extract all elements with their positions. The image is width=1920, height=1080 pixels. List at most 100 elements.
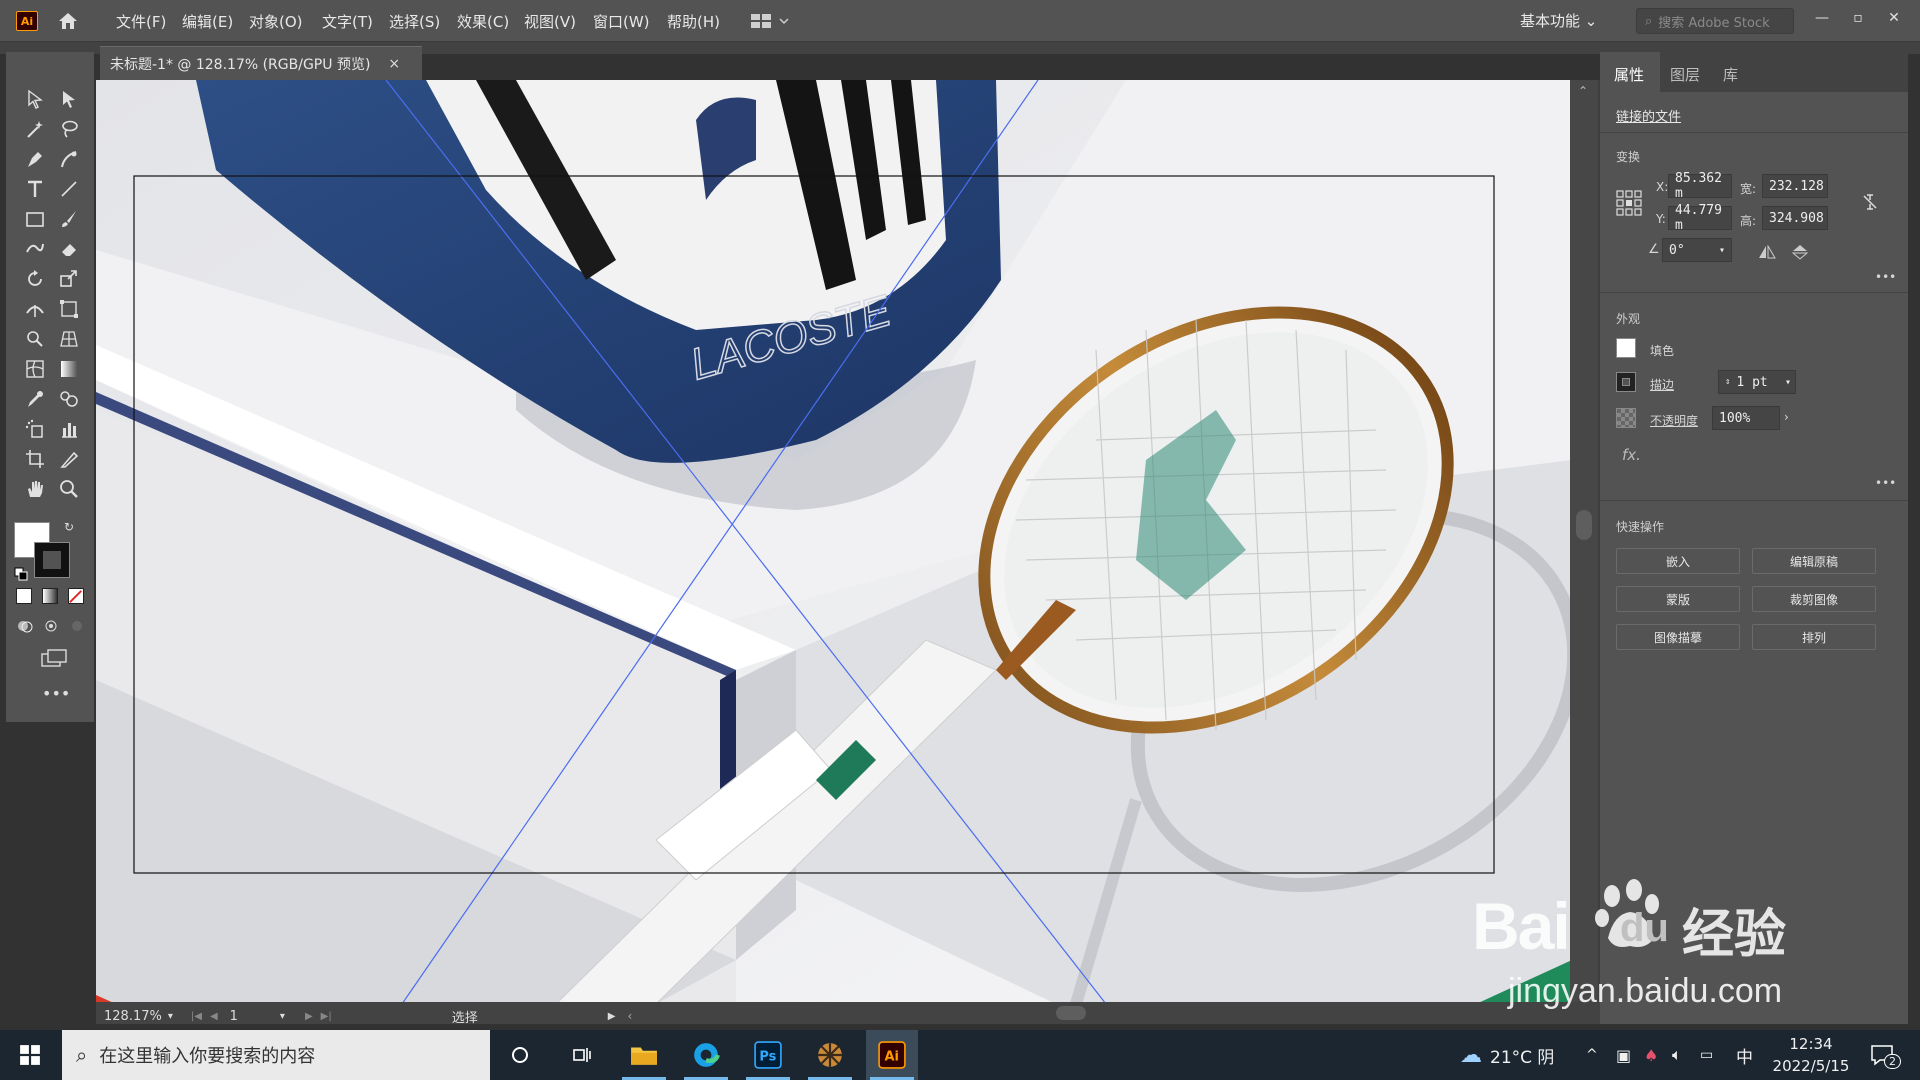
- perspective-grid-tool-icon[interactable]: [54, 326, 84, 352]
- magic-wand-tool-icon[interactable]: [20, 116, 50, 142]
- opacity-chevron-icon[interactable]: ›: [1784, 410, 1789, 424]
- linked-file-link[interactable]: 链接的文件: [1616, 106, 1681, 125]
- arrange-button[interactable]: 排列: [1752, 624, 1876, 650]
- cortana-icon[interactable]: [494, 1030, 546, 1080]
- none-mode-icon[interactable]: [68, 588, 84, 604]
- tab-libraries[interactable]: 库: [1723, 64, 1738, 85]
- crop-image-button[interactable]: 裁剪图像: [1752, 586, 1876, 612]
- tab-properties[interactable]: 属性: [1614, 64, 1644, 85]
- horizontal-scroll-thumb[interactable]: [1056, 1006, 1086, 1020]
- screen-mode-icon[interactable]: [40, 648, 68, 670]
- vertical-scrollbar[interactable]: ⌃: [1570, 80, 1598, 1004]
- stroke-swatch[interactable]: [34, 542, 70, 578]
- network-icon[interactable]: ▣: [1616, 1030, 1631, 1080]
- opacity-label[interactable]: 不透明度: [1650, 412, 1698, 429]
- free-transform-tool-icon[interactable]: [54, 296, 84, 322]
- curvature-tool-icon[interactable]: [54, 146, 84, 172]
- mask-button[interactable]: 蒙版: [1616, 586, 1740, 612]
- scroll-left-icon[interactable]: ‹: [627, 1009, 632, 1023]
- edit-original-button[interactable]: 编辑原稿: [1752, 548, 1876, 574]
- draw-normal-icon[interactable]: [16, 618, 34, 634]
- angle-chevron-icon[interactable]: ▾: [1719, 245, 1725, 256]
- taskbar-search-input[interactable]: ⌕ 在这里输入你要搜索的内容: [62, 1030, 490, 1080]
- stroke-chevron-icon[interactable]: ▾: [1785, 377, 1791, 388]
- file-explorer-icon[interactable]: [618, 1030, 670, 1080]
- embed-button[interactable]: 嵌入: [1616, 548, 1740, 574]
- constrain-proportions-icon[interactable]: [1860, 192, 1880, 212]
- zoom-chevron-icon[interactable]: ▾: [168, 1011, 173, 1022]
- artboard-tool-icon[interactable]: [20, 446, 50, 472]
- slice-tool-icon[interactable]: [54, 446, 84, 472]
- gradient-mode-icon[interactable]: [42, 588, 58, 604]
- status-menu-icon[interactable]: ▶: [608, 1011, 616, 1022]
- selection-tool-icon[interactable]: [20, 86, 50, 112]
- symbol-sprayer-tool-icon[interactable]: [20, 416, 50, 442]
- angle-field[interactable]: 0° ▾: [1662, 238, 1732, 262]
- swap-colors-icon[interactable]: ↻: [64, 520, 78, 534]
- vertical-scroll-thumb[interactable]: [1576, 510, 1592, 540]
- artboard-chevron-icon[interactable]: ▾: [280, 1011, 285, 1022]
- menu-effect[interactable]: 效果(C): [457, 11, 509, 32]
- pen-tool-icon[interactable]: [20, 146, 50, 172]
- windows-start-icon[interactable]: [4, 1030, 56, 1080]
- minimize-button[interactable]: —: [1808, 6, 1836, 30]
- more-tools-icon[interactable]: •••: [42, 684, 70, 703]
- stock-search-input[interactable]: ⌕ 搜索 Adobe Stock: [1636, 8, 1794, 34]
- menu-file[interactable]: 文件(F): [116, 11, 166, 32]
- app-wheel-icon[interactable]: [804, 1030, 856, 1080]
- flip-vertical-icon[interactable]: [1791, 244, 1809, 260]
- line-tool-icon[interactable]: [54, 176, 84, 202]
- shape-builder-tool-icon[interactable]: [20, 326, 50, 352]
- lasso-tool-icon[interactable]: [54, 116, 84, 142]
- rectangle-tool-icon[interactable]: [20, 206, 50, 232]
- notification-center-icon[interactable]: 2: [1870, 1030, 1901, 1080]
- prev-artboard-icon[interactable]: ◀: [210, 1011, 218, 1022]
- artboard[interactable]: LACOSTE: [96, 80, 1572, 1004]
- next-artboard-icon[interactable]: ▶: [305, 1011, 313, 1022]
- direct-selection-tool-icon[interactable]: [54, 86, 84, 112]
- scroll-up-icon[interactable]: ⌃: [1578, 84, 1588, 98]
- shaper-tool-icon[interactable]: [20, 236, 50, 262]
- color-mode-icon[interactable]: [16, 588, 32, 604]
- menu-help[interactable]: 帮助(H): [667, 11, 720, 32]
- opacity-field[interactable]: 100%: [1712, 406, 1780, 430]
- appearance-more-icon[interactable]: •••: [1875, 476, 1896, 490]
- zoom-tool-icon[interactable]: [54, 476, 84, 502]
- default-colors-icon[interactable]: [14, 566, 28, 581]
- canvas-area[interactable]: LACOSTE: [96, 80, 1602, 1010]
- task-view-icon[interactable]: [556, 1030, 608, 1080]
- type-tool-icon[interactable]: [20, 176, 50, 202]
- edge-browser-icon[interactable]: [680, 1030, 732, 1080]
- artboard-number[interactable]: 1: [230, 1009, 238, 1024]
- tray-overflow-icon[interactable]: ^: [1586, 1030, 1598, 1080]
- maximize-button[interactable]: ▫: [1844, 6, 1872, 30]
- eraser-tool-icon[interactable]: [54, 236, 84, 262]
- menu-edit[interactable]: 编辑(E): [182, 11, 233, 32]
- flip-horizontal-icon[interactable]: [1758, 244, 1776, 259]
- mesh-tool-icon[interactable]: [20, 356, 50, 382]
- eyedropper-tool-icon[interactable]: [20, 386, 50, 412]
- menu-window[interactable]: 窗口(W): [593, 11, 650, 32]
- first-artboard-icon[interactable]: |◀: [191, 1011, 202, 1022]
- volume-icon[interactable]: 🔈︎: [1672, 1030, 1682, 1080]
- width-field[interactable]: 232.128: [1762, 174, 1828, 198]
- hand-tool-icon[interactable]: [20, 476, 50, 502]
- placed-image[interactable]: LACOSTE: [96, 80, 1572, 1004]
- menu-object[interactable]: 对象(O): [249, 11, 303, 32]
- transform-more-icon[interactable]: •••: [1875, 270, 1896, 284]
- fill-color-swatch[interactable]: [1616, 338, 1636, 358]
- scale-tool-icon[interactable]: [54, 266, 84, 292]
- column-graph-tool-icon[interactable]: [54, 416, 84, 442]
- document-tab[interactable]: 未标题-1* @ 128.17% (RGB/GPU 预览) ×: [100, 46, 422, 80]
- menu-view[interactable]: 视图(V): [524, 11, 576, 32]
- menu-type[interactable]: 文字(T): [322, 11, 373, 32]
- battery-icon[interactable]: ▭: [1700, 1030, 1713, 1080]
- blend-tool-icon[interactable]: [54, 386, 84, 412]
- last-artboard-icon[interactable]: ▶|: [321, 1011, 332, 1022]
- close-window-button[interactable]: ✕: [1880, 6, 1908, 30]
- reference-point-icon[interactable]: [1616, 190, 1642, 216]
- image-trace-button[interactable]: 图像描摹: [1616, 624, 1740, 650]
- arrange-documents-icon[interactable]: [750, 12, 794, 30]
- tab-layers[interactable]: 图层: [1670, 64, 1700, 85]
- rotate-tool-icon[interactable]: [20, 266, 50, 292]
